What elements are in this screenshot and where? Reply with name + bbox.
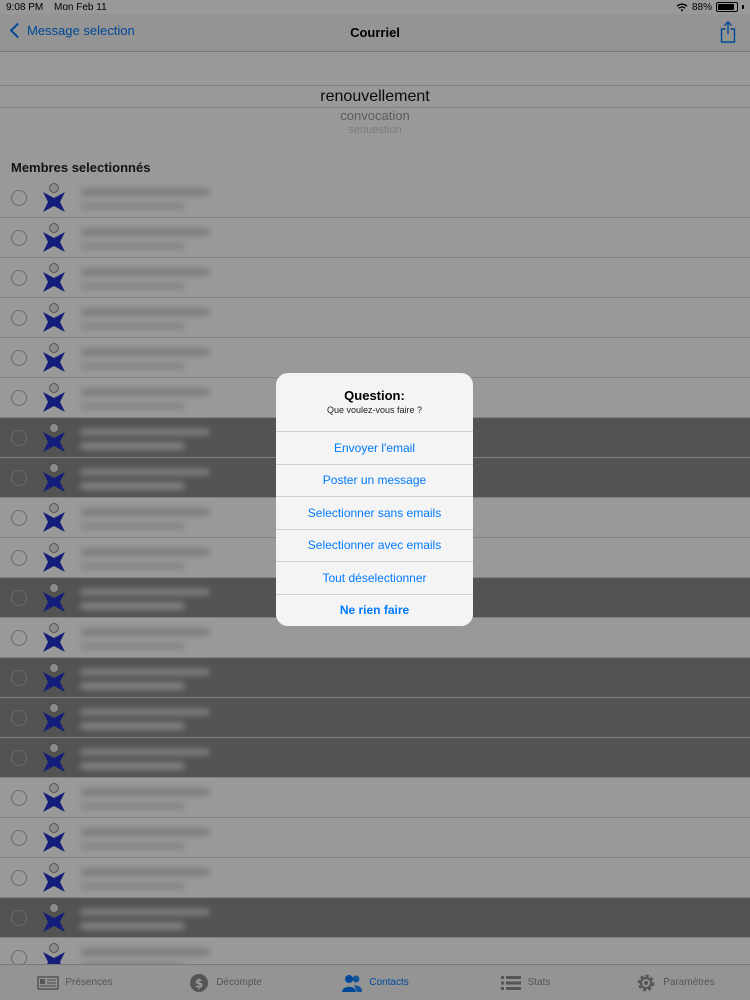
do-nothing-button[interactable]: Ne rien faire [276, 593, 473, 626]
dialog-title: Question: [344, 388, 405, 403]
dialog-actions: Envoyer l'email Poster un message Select… [276, 431, 473, 626]
question-dialog: Question: Que voulez-vous faire ? Envoye… [276, 373, 473, 626]
post-message-button[interactable]: Poster un message [276, 463, 473, 496]
send-email-button[interactable]: Envoyer l'email [276, 431, 473, 464]
select-without-emails-button[interactable]: Selectionner sans emails [276, 496, 473, 529]
select-with-emails-button[interactable]: Selectionner avec emails [276, 528, 473, 561]
deselect-all-button[interactable]: Tout déselectionner [276, 561, 473, 594]
dialog-message: Que voulez-vous faire ? [326, 405, 423, 415]
